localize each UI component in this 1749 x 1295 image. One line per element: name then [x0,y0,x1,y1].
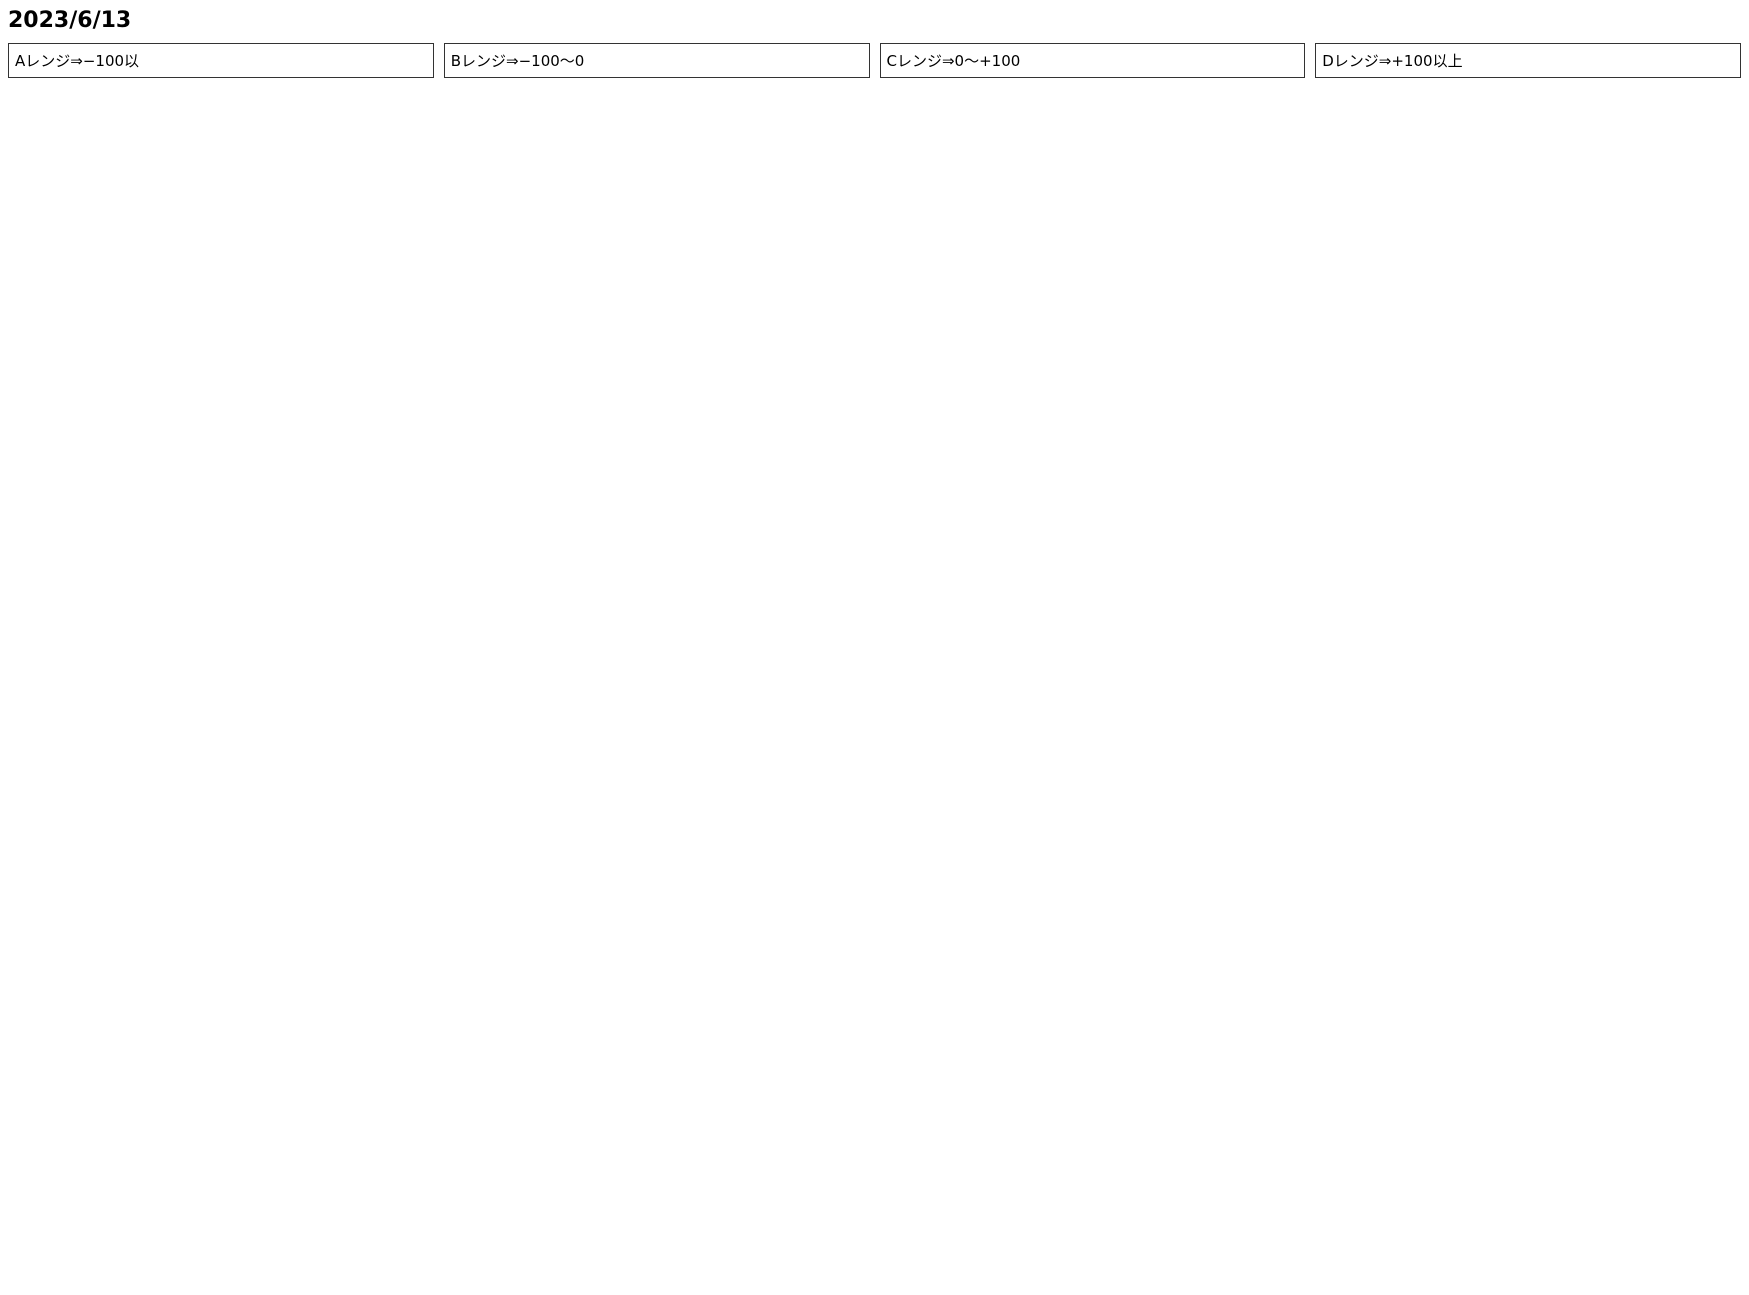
range-a: Aレンジ⇒−100以 [8,43,434,78]
range-b: Bレンジ⇒−100〜0 [443,43,870,78]
range-d: Dレンジ⇒+100以上 [1315,43,1741,78]
range-c: Cレンジ⇒0〜+100 [879,43,1306,78]
sheet: 2023/6/13 Aレンジ⇒−100以 Bレンジ⇒−100〜0 Cレンジ⇒0〜… [0,0,1749,1295]
date-title: 2023/6/13 [8,8,132,33]
range-grid: Aレンジ⇒−100以 Bレンジ⇒−100〜0 Cレンジ⇒0〜+100 Dレンジ⇒… [8,43,1741,78]
